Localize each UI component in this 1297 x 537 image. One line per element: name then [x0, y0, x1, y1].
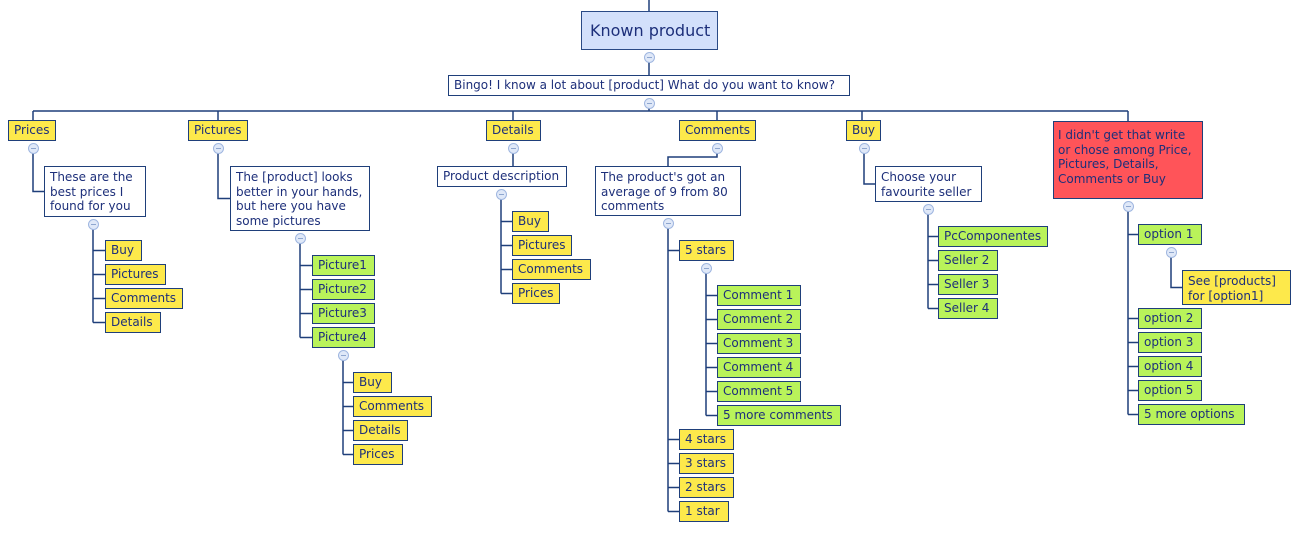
seller-3-item[interactable]: Seller 3 [938, 274, 998, 295]
fallback-error-node[interactable]: I didn't get that write or chose among P… [1053, 121, 1203, 199]
collapse-toggle-icon[interactable] [700, 262, 712, 274]
elbow-connector [32, 153, 44, 193]
comment-4-item[interactable]: Comment 4 [717, 357, 801, 378]
collapse-toggle-icon[interactable] [294, 232, 306, 244]
collapse-toggle-icon[interactable] [643, 51, 655, 63]
branch-details[interactable]: Details [486, 120, 541, 141]
option-5-item[interactable]: option 5 [1138, 380, 1202, 401]
collapse-toggle-icon[interactable] [1122, 200, 1134, 212]
branch-buy[interactable]: Buy [846, 120, 881, 141]
collapse-toggle-icon[interactable] [1165, 246, 1177, 258]
collapse-toggle-icon[interactable] [27, 142, 39, 154]
root-node[interactable]: Known product [581, 11, 718, 50]
mind-map-canvas: Known product Bingo! I know a lot about … [0, 0, 1297, 537]
picture-3-item[interactable]: Picture3 [312, 303, 375, 324]
details-option-prices[interactable]: Prices [512, 283, 560, 304]
elbow-connector [667, 153, 718, 166]
option1-products-link[interactable]: See [products] for [option1] [1182, 270, 1291, 305]
rating-5-stars[interactable]: 5 stars [679, 240, 734, 261]
comment-2-item[interactable]: Comment 2 [717, 309, 801, 330]
details-option-comments[interactable]: Comments [512, 259, 591, 280]
comment-5-item[interactable]: Comment 5 [717, 381, 801, 402]
pictures-response[interactable]: The [product] looks better in your hands… [230, 166, 370, 231]
branch-comments[interactable]: Comments [679, 120, 756, 141]
collapse-toggle-icon[interactable] [337, 349, 349, 361]
more-comments-item[interactable]: 5 more comments [717, 405, 841, 426]
more-options-item[interactable]: 5 more options [1138, 404, 1245, 425]
seller-pccomponentes[interactable]: PcComponentes [938, 226, 1048, 247]
prices-option-buy[interactable]: Buy [105, 240, 142, 261]
option-3-item[interactable]: option 3 [1138, 332, 1202, 353]
collapse-toggle-icon[interactable] [922, 203, 934, 215]
elbow-connector [1170, 257, 1182, 289]
prices-option-pictures[interactable]: Pictures [105, 264, 166, 285]
buy-response[interactable]: Choose your favourite seller [875, 166, 982, 202]
picture4-option-buy[interactable]: Buy [353, 372, 392, 393]
option-4-item[interactable]: option 4 [1138, 356, 1202, 377]
option-2-item[interactable]: option 2 [1138, 308, 1202, 329]
comment-3-item[interactable]: Comment 3 [717, 333, 801, 354]
details-option-buy[interactable]: Buy [512, 211, 549, 232]
branch-pictures[interactable]: Pictures [188, 120, 248, 141]
option-1-item[interactable]: option 1 [1138, 224, 1202, 245]
seller-2-item[interactable]: Seller 2 [938, 250, 998, 271]
elbow-connector [217, 153, 230, 200]
picture4-option-details[interactable]: Details [353, 420, 408, 441]
picture4-option-comments[interactable]: Comments [353, 396, 432, 417]
prices-option-details[interactable]: Details [105, 312, 161, 333]
comments-response[interactable]: The product's got an average of 9 from 8… [595, 166, 741, 216]
prices-option-comments[interactable]: Comments [105, 288, 183, 309]
details-response[interactable]: Product description [437, 166, 567, 187]
branch-prices[interactable]: Prices [8, 120, 56, 141]
collapse-toggle-icon[interactable] [87, 218, 99, 230]
collapse-toggle-icon[interactable] [711, 142, 723, 154]
prompt-node[interactable]: Bingo! I know a lot about [product] What… [448, 75, 850, 96]
picture-2-item[interactable]: Picture2 [312, 279, 375, 300]
details-option-pictures[interactable]: Pictures [512, 235, 572, 256]
rating-1-star[interactable]: 1 star [679, 501, 729, 522]
comment-1-item[interactable]: Comment 1 [717, 285, 801, 306]
collapse-toggle-icon[interactable] [495, 188, 507, 200]
picture-4-item[interactable]: Picture4 [312, 327, 375, 348]
collapse-toggle-icon[interactable] [212, 142, 224, 154]
seller-4-item[interactable]: Seller 4 [938, 298, 998, 319]
collapse-toggle-icon[interactable] [858, 142, 870, 154]
collapse-toggle-icon[interactable] [507, 142, 519, 154]
rating-3-stars[interactable]: 3 stars [679, 453, 734, 474]
picture-1-item[interactable]: Picture1 [312, 255, 375, 276]
prices-response[interactable]: These are the best prices I found for yo… [44, 166, 146, 217]
collapse-toggle-icon[interactable] [662, 217, 674, 229]
rating-2-stars[interactable]: 2 stars [679, 477, 734, 498]
picture4-option-prices[interactable]: Prices [353, 444, 403, 465]
rating-4-stars[interactable]: 4 stars [679, 429, 734, 450]
collapse-toggle-icon[interactable] [643, 97, 655, 109]
elbow-connector [863, 153, 875, 185]
